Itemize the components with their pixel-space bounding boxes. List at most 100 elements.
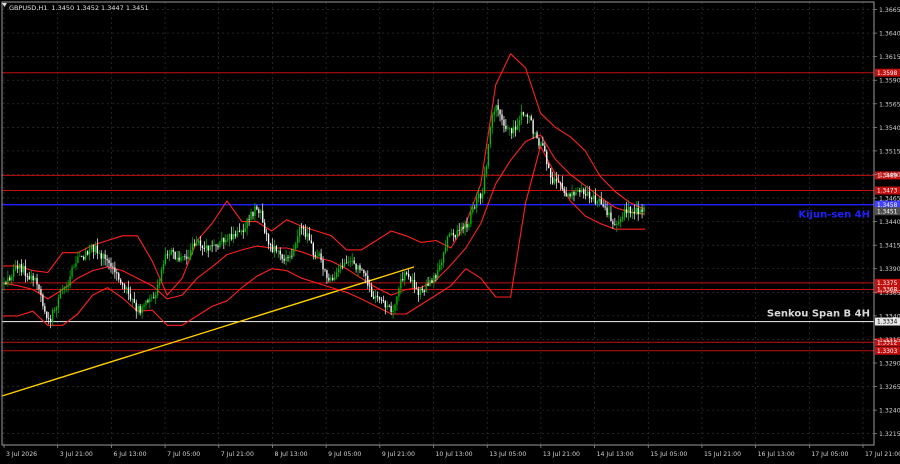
candle-body <box>493 111 495 115</box>
level-labels-layer: 1.35981.34891.34731.33751.33681.33121.33… <box>767 68 900 355</box>
candle-body <box>230 234 233 240</box>
candle-body <box>343 262 346 267</box>
time-tick-label: 9 Jul 05:00 <box>328 451 361 458</box>
candle-body <box>302 227 305 229</box>
candle-body <box>170 249 172 255</box>
symbol-header: GBPUSD,H1 <box>9 4 47 12</box>
candle-body <box>221 237 223 242</box>
candle-body <box>182 256 184 258</box>
candle-body <box>489 127 492 145</box>
candle-body <box>219 241 221 248</box>
candle-body <box>316 256 318 257</box>
price-chart-svg[interactable]: 1.35981.34891.34731.33751.33681.33121.33… <box>0 0 900 460</box>
candle-body <box>616 223 618 225</box>
candle-body <box>353 260 355 264</box>
candle-body <box>277 250 279 252</box>
time-tick-label: 17 Jul 05:00 <box>811 451 848 458</box>
candle-body <box>569 193 571 197</box>
candle-body <box>260 210 262 213</box>
candle-body <box>85 251 87 260</box>
candle-body <box>287 257 289 258</box>
candle-body <box>563 189 565 193</box>
candle-body <box>370 286 373 297</box>
candle-body <box>631 211 634 214</box>
candle-body <box>335 272 338 278</box>
candle-body <box>476 198 478 208</box>
candle-body <box>283 258 285 261</box>
candle-body <box>265 232 268 235</box>
candle-body <box>347 261 349 264</box>
gbpusd-h1-chart[interactable]: 1.3598 1.3489 1.3473 1.3375 1.3368 1.3312 1.33… <box>0 0 900 460</box>
candle-body <box>639 209 641 215</box>
candle-body <box>407 273 410 277</box>
candle-body <box>250 211 252 220</box>
candle-body <box>526 114 528 117</box>
candle-body <box>388 305 390 307</box>
candle-body <box>594 195 597 204</box>
candle-body <box>423 290 425 292</box>
candle-body <box>114 267 116 273</box>
candle-body <box>625 209 628 214</box>
price-tick-label: 1.3640 <box>879 31 900 38</box>
candle-body <box>228 234 231 240</box>
candle-body <box>236 230 239 237</box>
candle-body <box>528 116 530 118</box>
candle-body <box>468 224 470 228</box>
candle-body <box>485 166 488 175</box>
candle-body <box>13 269 15 277</box>
candle-body <box>51 310 54 323</box>
candle-body <box>75 263 77 267</box>
candle-body <box>334 277 336 280</box>
candle-body <box>94 245 97 252</box>
candle-body <box>590 198 593 199</box>
time-tick-label: 14 Jul 13:00 <box>597 451 634 458</box>
candle-body <box>532 120 534 134</box>
candle-body <box>256 206 258 210</box>
candle-body <box>55 307 58 311</box>
candle-body <box>217 245 219 248</box>
candle-body <box>404 272 406 281</box>
candle-body <box>3 282 5 285</box>
candle-body <box>474 207 476 209</box>
candle-body <box>421 288 423 291</box>
price-level-tag-label: 1.3598 <box>877 71 898 77</box>
candle-body <box>635 207 637 214</box>
candle-body <box>42 294 44 307</box>
candle-body <box>46 311 48 319</box>
candle-body <box>125 287 128 289</box>
candle-body <box>258 209 260 213</box>
candle-body <box>433 275 435 283</box>
chart-header: GBPUSD,H1 1.3450 1.3452 1.3447 1.3451 <box>9 4 149 12</box>
candle-body <box>551 177 554 184</box>
plot-frame <box>1 1 875 446</box>
candle-body <box>121 283 124 285</box>
candle-body <box>462 226 464 229</box>
candle-body <box>199 240 202 246</box>
time-tick-label: 8 Jul 13:00 <box>274 451 307 458</box>
candle-body <box>262 210 264 223</box>
current-price-tag-label: 1.3451 <box>877 209 898 215</box>
candle-body <box>359 265 361 270</box>
candle-body <box>34 277 36 281</box>
candle-body <box>164 254 167 265</box>
candle-body <box>604 206 606 208</box>
candle-body <box>5 282 7 285</box>
candle-body <box>176 257 178 259</box>
time-tick-label: 17 Jul 21:00 <box>865 451 900 458</box>
candle-body <box>339 265 342 270</box>
candle-body <box>73 266 75 268</box>
candle-body <box>456 230 458 238</box>
candle-body <box>7 277 9 285</box>
candle-body <box>584 194 587 196</box>
chart-menu-triangle-icon[interactable] <box>2 3 7 7</box>
candle-body <box>267 234 270 245</box>
candle-body <box>184 256 186 258</box>
candle-body <box>90 244 93 250</box>
candle-body <box>44 306 46 312</box>
candle-body <box>598 198 600 202</box>
candle-body <box>263 222 266 233</box>
candle-body <box>372 296 375 299</box>
candle-body <box>365 273 367 276</box>
candle-body <box>281 254 283 259</box>
candle-body <box>411 279 414 282</box>
